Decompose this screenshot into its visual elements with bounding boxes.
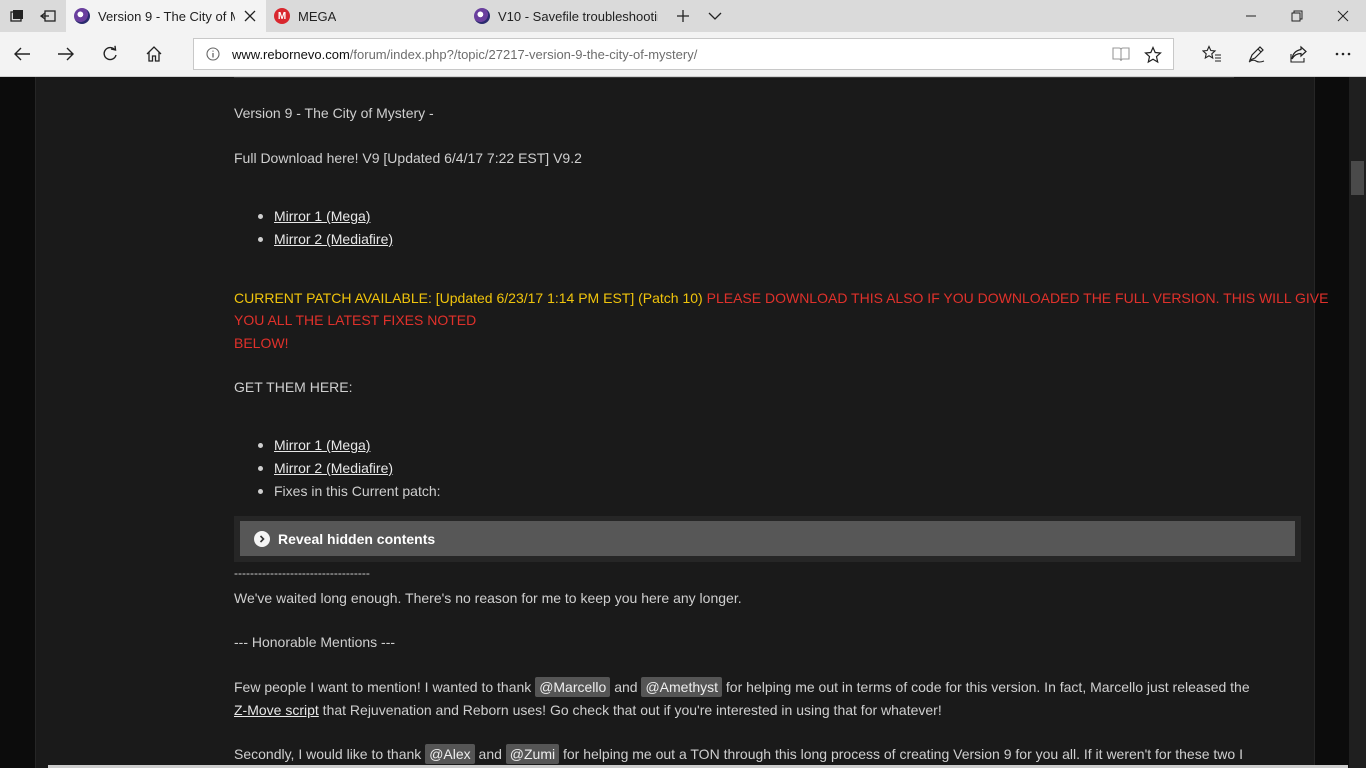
tab-preview-chevron-icon[interactable] (702, 0, 728, 32)
mirror-2-mediafire-link[interactable]: Mirror 2 (Mediafire) (274, 231, 393, 247)
tab-manager-icon[interactable] (4, 0, 30, 32)
mirror-1-mega-link[interactable]: Mirror 1 (Mega) (274, 208, 370, 224)
tab-title: Version 9 - The City of Mystery (98, 8, 235, 24)
z-move-script-link[interactable]: Z-Move script (234, 702, 319, 718)
patch-mirror-list: Mirror 1 (Mega) Mirror 2 (Mediafire) Fix… (254, 434, 441, 503)
patch-warning-line-2: YOU ALL THE LATEST FIXES NOTED (234, 312, 477, 328)
patch-mirror-2-mediafire-link[interactable]: Mirror 2 (Mediafire) (274, 460, 393, 476)
back-arrow-icon[interactable] (0, 32, 44, 76)
tab-v10-savefile[interactable]: V10 - Savefile troubleshooting (466, 0, 666, 32)
thanks-text: that Rejuvenation and Reborn uses! Go ch… (318, 702, 942, 718)
favorite-star-icon[interactable] (1144, 46, 1162, 67)
mention-zumi[interactable]: @Zumi (505, 744, 560, 764)
list-item: Mirror 1 (Mega) (254, 205, 393, 228)
reborn-globe-icon (74, 8, 90, 24)
reborn-globe-icon (474, 8, 490, 24)
post-top-divider (234, 77, 1234, 78)
post-heading: Version 9 - The City of Mystery - (234, 105, 434, 121)
thanks-paragraph-line-2: Z-Move script that Rejuvenation and Rebo… (234, 699, 942, 721)
thanks-text: and (474, 746, 506, 762)
minimize-icon[interactable] (1228, 0, 1274, 32)
url-host: www.rebornevo.com (232, 47, 350, 62)
list-item: Fixes in this Current patch: (254, 480, 441, 503)
close-window-icon[interactable] (1320, 0, 1366, 32)
close-tab-icon[interactable] (242, 8, 258, 24)
full-download-text: Full Download here! V9 [Updated 6/4/17 7… (234, 150, 582, 166)
share-icon[interactable] (1277, 32, 1321, 76)
address-toolbar: www.rebornevo.com/forum/index.php?/topic… (0, 32, 1366, 77)
patch-warning-line-1: PLEASE DOWNLOAD THIS ALSO IF YOU DOWNLOA… (706, 290, 1329, 306)
address-bar[interactable]: www.rebornevo.com/forum/index.php?/topic… (193, 38, 1174, 70)
get-them-here-text: GET THEM HERE: (234, 379, 353, 395)
tab-mega[interactable]: M MEGA (266, 0, 466, 32)
tab-title: MEGA (298, 8, 337, 24)
patch-warning-line-3: BELOW! (234, 335, 289, 351)
list-item: Mirror 2 (Mediafire) (254, 228, 393, 251)
full-download-mirror-list: Mirror 1 (Mega) Mirror 2 (Mediafire) (254, 205, 393, 251)
vertical-scrollbar[interactable] (1349, 77, 1366, 768)
home-icon[interactable] (132, 32, 176, 76)
patch-announcement: CURRENT PATCH AVAILABLE: [Updated 6/23/1… (234, 287, 1328, 309)
url-text[interactable]: www.rebornevo.com/forum/index.php?/topic… (232, 47, 697, 62)
patch-number: (Patch 10) (634, 290, 707, 306)
mention-marcello[interactable]: @Marcello (535, 677, 611, 697)
spoiler-box: Reveal hidden contents (234, 516, 1301, 562)
reveal-hidden-contents-button[interactable]: Reveal hidden contents (240, 521, 1295, 556)
chevron-right-circle-icon (254, 530, 270, 547)
more-options-icon[interactable] (1321, 32, 1365, 76)
fixes-item-text: Fixes in this Current patch: (274, 483, 441, 499)
waited-text: We've waited long enough. There's no rea… (234, 590, 742, 606)
thanks-text: for helping me out a TON through this lo… (559, 746, 1243, 762)
patch-mirror-1-mega-link[interactable]: Mirror 1 (Mega) (274, 437, 370, 453)
dashed-divider-text: ---------------------------------- (234, 566, 370, 580)
patch-label: CURRENT PATCH AVAILABLE: (234, 290, 436, 306)
mention-amethyst[interactable]: @Amethyst (641, 677, 723, 697)
mega-m-icon: M (274, 8, 290, 24)
site-info-icon[interactable] (206, 47, 220, 64)
forward-arrow-icon[interactable] (44, 32, 88, 76)
thanks-paragraph-line-3: Secondly, I would like to thank @Alex an… (234, 743, 1243, 765)
patch-date: [Updated 6/23/17 1:14 PM EST] (435, 290, 635, 306)
set-tabs-aside-icon[interactable] (34, 0, 62, 32)
list-item: Mirror 1 (Mega) (254, 434, 441, 457)
web-note-pen-icon[interactable] (1234, 32, 1278, 76)
list-item: Mirror 2 (Mediafire) (254, 457, 441, 480)
thanks-text: Secondly, I would like to thank (234, 746, 426, 762)
restore-icon[interactable] (1274, 0, 1320, 32)
url-path: /forum/index.php?/topic/27217-version-9-… (349, 47, 698, 62)
thanks-text: Few people I want to mention! I wanted t… (234, 679, 536, 695)
thanks-text: for helping me out in terms of code for … (722, 679, 1250, 695)
mention-alex[interactable]: @Alex (425, 744, 475, 764)
tab-title: V10 - Savefile troubleshooting (498, 8, 658, 24)
spoiler-label: Reveal hidden contents (278, 530, 436, 547)
new-tab-icon[interactable] (670, 0, 696, 32)
refresh-icon[interactable] (88, 32, 132, 76)
tab-bar: Version 9 - The City of Mystery M MEGA V… (0, 0, 1366, 32)
page-viewport: Version 9 - The City of Mystery - Full D… (0, 77, 1366, 768)
thanks-text: and (610, 679, 642, 695)
scrollbar-thumb[interactable] (1351, 161, 1364, 195)
tab-version-9[interactable]: Version 9 - The City of Mystery (66, 0, 266, 32)
honorable-mentions-heading: --- Honorable Mentions --- (234, 634, 396, 650)
favorites-hub-icon[interactable] (1190, 32, 1234, 76)
forum-content-column (35, 77, 1315, 768)
reading-view-icon[interactable] (1112, 46, 1130, 65)
thanks-paragraph-line-1: Few people I want to mention! I wanted t… (234, 676, 1250, 698)
